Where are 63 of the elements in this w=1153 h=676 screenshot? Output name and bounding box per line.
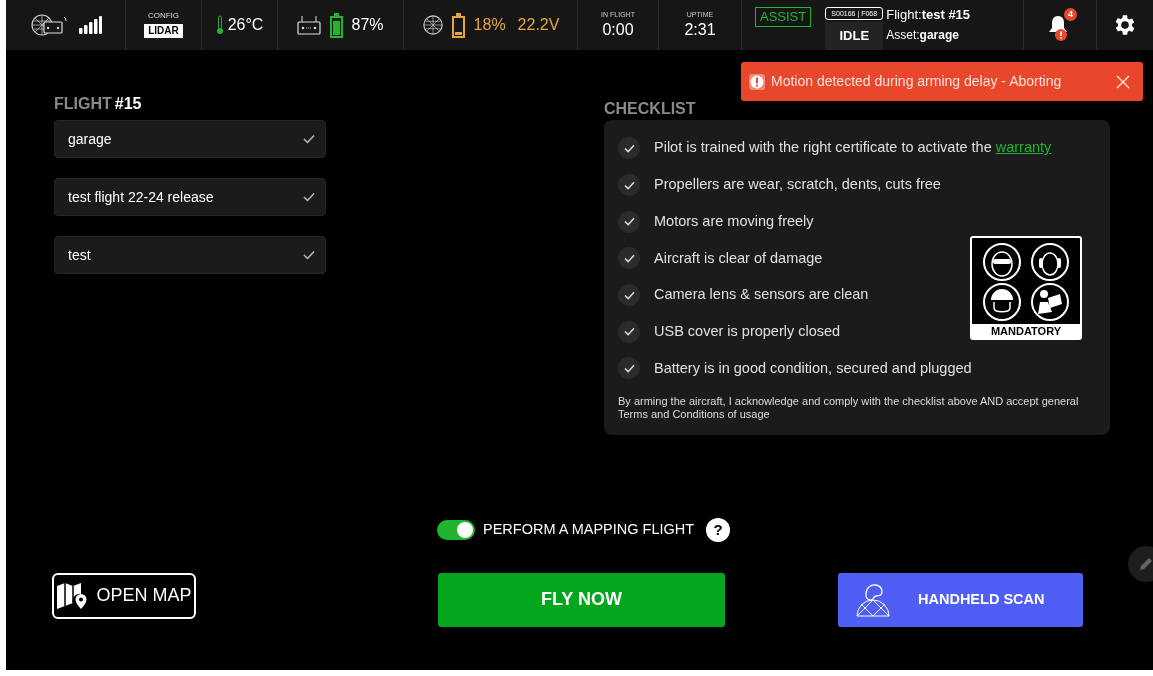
checklist-item-text: Battery is in good condition, secured and plugged — [654, 358, 972, 378]
open-map-button[interactable]: OPEN MAP — [52, 572, 196, 619]
alert-badge-icon — [1055, 29, 1067, 41]
timer-value: 0:00 — [602, 19, 634, 40]
checklist-item-text: USB cover is properly closed — [654, 321, 841, 341]
controller-icon — [297, 15, 322, 35]
handheld-scan-button[interactable]: HANDHELD SCAN — [838, 572, 1083, 627]
drone-icon — [421, 14, 444, 36]
drone-link-icon — [29, 13, 70, 37]
toggle-label: PERFORM A MAPPING FLIGHT — [483, 519, 695, 539]
scanner-person-icon — [854, 581, 892, 618]
checkbox[interactable] — [618, 210, 640, 233]
sign-label: MANDATORY — [972, 324, 1080, 338]
checklist-item-text: Camera lens & sensors are clean — [654, 285, 869, 305]
checkbox[interactable] — [618, 320, 640, 343]
config-value: LIDAR — [144, 24, 183, 38]
check-icon — [303, 134, 315, 144]
mode-badge: ASSIST — [755, 7, 812, 27]
battery-percent: 87% — [351, 15, 384, 35]
battery-voltage: 22.2V — [517, 15, 560, 35]
config-label: CONFIG — [147, 12, 180, 20]
asset-text: Asset:garage — [886, 29, 960, 41]
checklist-item-text: Pilot is trained with the right certificate to activate the warranty — [654, 138, 1052, 158]
check-icon — [303, 250, 315, 260]
disclaimer-text: By arming the aircraft, I acknowledge and comply with the checklist above AND accept general Terms and Conditions of usage — [618, 394, 1080, 421]
toast-message: Motion detected during arming delay - Aborting — [771, 72, 1063, 91]
battery-percent: 18% — [473, 15, 506, 35]
state-text: IDLE — [825, 22, 884, 50]
section-title: FLIGHT — [54, 94, 112, 114]
select-field[interactable]: garage — [54, 120, 326, 158]
checkbox[interactable] — [618, 357, 640, 380]
alert-icon — [749, 73, 765, 90]
signal-icon — [77, 15, 102, 35]
check-icon — [623, 363, 635, 373]
pencil-icon — [1139, 557, 1153, 571]
help-button[interactable]: ? — [706, 517, 731, 542]
warranty-link[interactable]: warranty — [995, 139, 1052, 156]
section-title: CHECKLIST — [604, 99, 697, 119]
checklist-item-text: Propellers are wear, scratch, dents, cuts free — [654, 175, 941, 195]
checklist-item-text: Aircraft is clear of damage — [654, 248, 823, 268]
select-field[interactable]: test flight 22-24 release — [54, 178, 326, 216]
timer-value: 2:31 — [684, 19, 716, 40]
check-icon — [623, 143, 635, 153]
check-icon — [623, 253, 635, 263]
checklist-item-text: Motors are moving freely — [654, 211, 814, 231]
check-icon — [303, 192, 315, 202]
check-icon — [623, 180, 635, 190]
temperature-text: 26°C — [227, 15, 264, 35]
mapping-toggle[interactable] — [437, 519, 475, 540]
notifications-button[interactable]: 4 — [1045, 10, 1075, 40]
thermometer-icon — [215, 15, 224, 35]
close-icon[interactable] — [1115, 73, 1131, 90]
check-icon — [623, 217, 635, 227]
select-field[interactable]: test — [54, 236, 326, 274]
flight-text: Flight:test #15 — [886, 8, 971, 21]
checkbox[interactable] — [618, 284, 640, 307]
check-icon — [623, 290, 635, 300]
checkbox[interactable] — [618, 174, 640, 197]
check-icon — [623, 327, 635, 337]
notification-count: 4 — [1064, 8, 1077, 21]
checkbox[interactable] — [618, 137, 640, 160]
checkbox[interactable] — [618, 247, 640, 270]
flight-number: #15 — [114, 94, 142, 114]
